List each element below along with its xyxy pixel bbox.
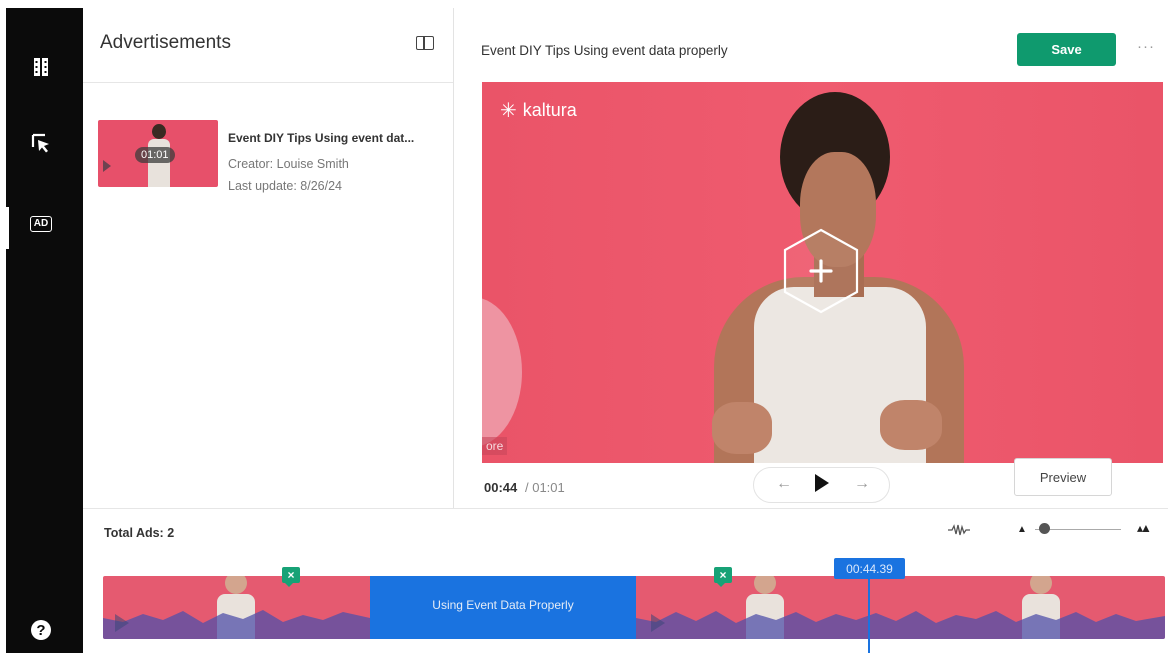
entry-duration: 01:01 bbox=[135, 147, 175, 163]
background-label: ore bbox=[482, 437, 508, 455]
kaltura-logo-text: kaltura bbox=[522, 100, 577, 120]
playback-controls: ← → bbox=[753, 467, 890, 503]
ad-block[interactable]: Using Event Data Properly bbox=[370, 576, 636, 639]
video-title: Event DIY Tips Using event data properly bbox=[481, 43, 728, 58]
zoom-slider-knob[interactable] bbox=[1039, 523, 1050, 534]
ad-cue-point-icon[interactable]: × bbox=[714, 567, 732, 587]
kaltura-logo-icon: ✳ bbox=[500, 100, 517, 122]
ad-icon[interactable]: AD bbox=[26, 209, 56, 239]
more-options-icon[interactable]: ··· bbox=[1137, 38, 1155, 55]
help-icon[interactable]: ? bbox=[26, 615, 56, 645]
cursor-pointer-icon[interactable] bbox=[26, 128, 56, 158]
timeline-track[interactable]: Using Event Data Properly bbox=[103, 576, 1165, 639]
zoom-in-icon[interactable]: ▴▲ bbox=[1137, 521, 1152, 535]
thumbnail-play-icon bbox=[103, 160, 111, 172]
playhead-line[interactable] bbox=[868, 579, 870, 653]
film-strip-icon[interactable] bbox=[26, 52, 56, 82]
ad-block-label: Using Event Data Properly bbox=[432, 598, 574, 612]
preview-button[interactable]: Preview bbox=[1014, 458, 1112, 496]
audio-waveform-icon[interactable] bbox=[948, 524, 970, 539]
add-ad-hexagon-icon[interactable] bbox=[782, 228, 860, 314]
total-ads-label: Total Ads: 2 bbox=[104, 526, 175, 540]
total-time: / 01:01 bbox=[525, 480, 565, 495]
timeline-divider bbox=[83, 508, 1168, 509]
current-time: 00:44 bbox=[484, 480, 518, 495]
step-back-arrow-icon[interactable]: ← bbox=[776, 475, 792, 493]
help-label: ? bbox=[31, 620, 51, 640]
ad-badge-label: AD bbox=[29, 216, 53, 232]
left-rail: AD ? bbox=[0, 0, 83, 653]
panel-layout-icon[interactable] bbox=[416, 36, 434, 50]
media-entry[interactable]: 01:01 Event DIY Tips Using event dat... … bbox=[98, 120, 443, 193]
step-forward-arrow-icon[interactable]: → bbox=[854, 475, 870, 493]
video-player[interactable]: ore ✳ kaltura bbox=[482, 82, 1163, 463]
rail-background: AD ? bbox=[6, 8, 83, 653]
kaltura-logo: ✳ kaltura bbox=[500, 98, 577, 123]
save-button[interactable]: Save bbox=[1017, 33, 1116, 66]
timeline-play-marker-icon bbox=[115, 614, 129, 632]
timeline-play-marker-icon bbox=[651, 614, 665, 632]
entry-creator: Creator: Louise Smith bbox=[228, 157, 349, 171]
presenter-right-hand bbox=[880, 400, 942, 450]
zoom-out-icon[interactable]: ▲ bbox=[1017, 524, 1027, 535]
playhead-time[interactable]: 00:44.39 bbox=[834, 558, 905, 579]
ad-cue-point-icon[interactable]: × bbox=[282, 567, 300, 587]
ads-panel: Advertisements 01:01 Event DIY Tips Usin… bbox=[83, 8, 454, 508]
entry-updated: Last update: 8/26/24 bbox=[228, 179, 342, 193]
active-indicator bbox=[6, 207, 9, 249]
entry-title: Event DIY Tips Using event dat... bbox=[228, 131, 415, 145]
play-icon[interactable] bbox=[814, 473, 830, 498]
entry-thumbnail: 01:01 bbox=[98, 120, 218, 187]
panel-divider bbox=[83, 82, 453, 83]
panel-title: Advertisements bbox=[100, 32, 231, 53]
presenter-left-hand bbox=[712, 402, 772, 454]
